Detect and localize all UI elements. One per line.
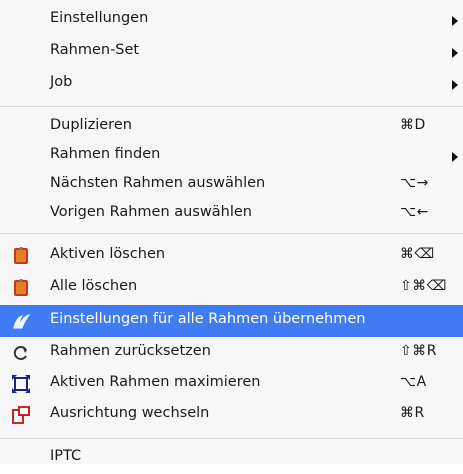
- menu-item-job[interactable]: Job: [0, 68, 463, 100]
- apply-settings-all-icon: [10, 310, 32, 332]
- delete-all-icon: [10, 277, 32, 299]
- menu-separator: [0, 106, 463, 107]
- submenu-arrow-icon: [452, 80, 458, 90]
- menu-item-label: IPTC: [50, 448, 82, 464]
- menu-item-shortcut: ⌥←: [400, 204, 429, 220]
- menu-item-label: Nächsten Rahmen auswählen: [50, 175, 266, 191]
- menu-item-label: Vorigen Rahmen auswählen: [50, 204, 252, 220]
- submenu-arrow-icon: [452, 152, 458, 162]
- submenu-arrow-icon: [452, 16, 458, 26]
- context-menu: Einstellungen Rahmen-Set Job Duplizieren…: [0, 0, 463, 464]
- menu-item-shortcut: ⌘⌫: [400, 246, 435, 262]
- menu-item-label: Einstellungen für alle Rahmen übernehmen: [50, 311, 366, 327]
- menu-item-rahmen-finden[interactable]: Rahmen finden: [0, 140, 463, 172]
- menu-separator: [0, 233, 463, 234]
- menu-item-label: Aktiven Rahmen maximieren: [50, 374, 261, 390]
- menu-item-shortcut: ⌘R: [400, 405, 425, 421]
- menu-item-rahmen-zuruecksetzen[interactable]: Rahmen zurücksetzen ⇧⌘R: [0, 337, 463, 369]
- menu-item-shortcut: ⇧⌘⌫: [400, 278, 448, 294]
- menu-item-shortcut: ⇧⌘R: [400, 343, 437, 359]
- menu-item-duplizieren[interactable]: Duplizieren ⌘D: [0, 111, 463, 143]
- menu-item-label: Ausrichtung wechseln: [50, 405, 210, 421]
- menu-item-shortcut: ⌘D: [400, 117, 426, 133]
- menu-item-shortcut: ⌥A: [400, 374, 427, 390]
- menu-item-label: Rahmen zurücksetzen: [50, 343, 211, 359]
- menu-item-vorigen-rahmen[interactable]: Vorigen Rahmen auswählen ⌥←: [0, 198, 463, 230]
- menu-item-label: Aktiven löschen: [50, 246, 166, 262]
- menu-item-iptc[interactable]: IPTC: [0, 442, 463, 474]
- menu-item-label: Rahmen finden: [50, 146, 161, 162]
- menu-item-shortcut: ⌥→: [400, 175, 429, 191]
- menu-item-rahmen-set[interactable]: Rahmen-Set: [0, 36, 463, 68]
- menu-item-label: Rahmen-Set: [50, 42, 140, 58]
- menu-item-label: Duplizieren: [50, 117, 132, 133]
- menu-item-label: Alle löschen: [50, 278, 138, 294]
- menu-item-aktiven-loeschen[interactable]: Aktiven löschen ⌘⌫: [0, 240, 463, 272]
- menu-item-label: Einstellungen: [50, 10, 149, 26]
- menu-item-einstellungen[interactable]: Einstellungen: [0, 4, 463, 36]
- menu-separator: [0, 438, 463, 439]
- menu-item-alle-loeschen[interactable]: Alle löschen ⇧⌘⌫: [0, 272, 463, 304]
- menu-item-ausrichtung-wechseln[interactable]: Ausrichtung wechseln ⌘R: [0, 399, 463, 431]
- switch-orientation-icon: [10, 404, 32, 426]
- delete-active-icon: [10, 245, 32, 267]
- menu-item-naechsten-rahmen[interactable]: Nächsten Rahmen auswählen ⌥→: [0, 169, 463, 201]
- reset-frame-icon: [10, 342, 32, 364]
- submenu-arrow-icon: [452, 48, 458, 58]
- menu-item-label: Job: [50, 74, 73, 90]
- menu-item-einstellungen-uebernehmen[interactable]: Einstellungen für alle Rahmen übernehmen: [0, 305, 463, 337]
- maximize-frame-icon: [10, 373, 32, 395]
- menu-item-aktiven-maximieren[interactable]: Aktiven Rahmen maximieren ⌥A: [0, 368, 463, 400]
